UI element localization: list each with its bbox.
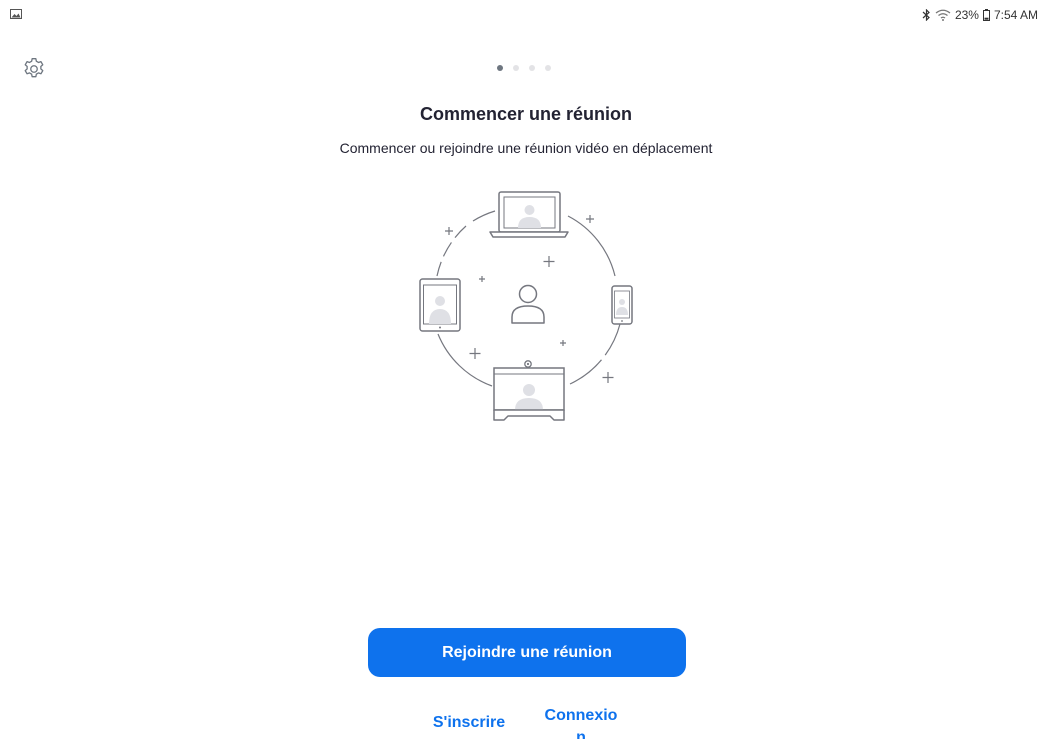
battery-icon [982, 9, 990, 21]
login-link[interactable]: Connexion [540, 705, 622, 739]
wifi-icon [935, 9, 951, 21]
status-indicators: 23% 7:54 AM [922, 7, 1038, 23]
user-icon [511, 284, 545, 324]
signup-link[interactable]: S'inscrire [420, 714, 518, 732]
page-subtitle: Commencer ou rejoindre une réunion vidéo… [339, 140, 713, 156]
bluetooth-icon [922, 9, 930, 21]
phone-device [611, 285, 633, 325]
status-time: 7:54 AM [993, 8, 1038, 22]
devices-circle-meeting-illustration [419, 191, 633, 421]
page-dot-4[interactable] [545, 65, 551, 71]
status-bar: 23% 7:54 AM [0, 0, 1046, 30]
laptop-device [489, 191, 569, 238]
page-indicator [497, 65, 551, 71]
plus-decorations [445, 215, 614, 383]
tablet-device [419, 278, 461, 332]
settings-button[interactable] [21, 56, 47, 82]
page-title: Commencer une réunion [419, 104, 633, 124]
room-system-device [493, 360, 565, 421]
join-meeting-button[interactable]: Rejoindre une réunion [368, 628, 686, 677]
gear-icon [24, 58, 44, 78]
page-dot-3[interactable] [529, 65, 535, 71]
battery-percent: 23% [954, 8, 979, 22]
page-dot-2[interactable] [513, 65, 519, 71]
image-notification-icon [10, 9, 22, 19]
page-dot-1[interactable] [497, 65, 503, 71]
zoom-welcome-screen: 23% 7:54 AM Commencer une réunion Commen… [0, 0, 1046, 739]
